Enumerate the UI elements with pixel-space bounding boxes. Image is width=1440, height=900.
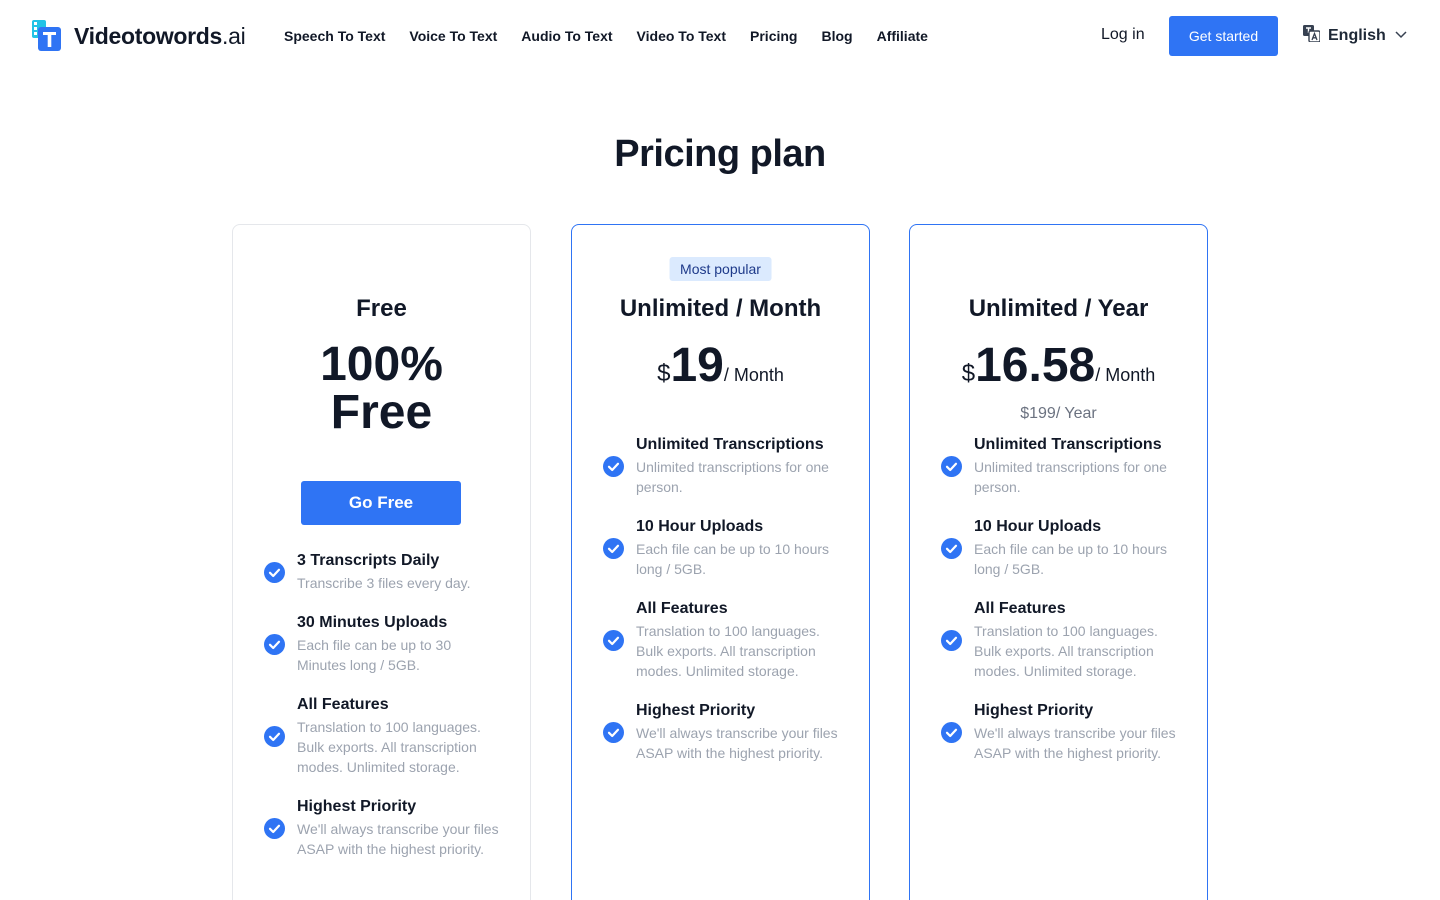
feature-description: Translation to 100 languages. Bulk expor… bbox=[974, 623, 1158, 679]
nav-video-to-text[interactable]: Video To Text bbox=[637, 27, 726, 45]
plan-card-monthly: Most popular Unlimited / Month $ 19 / Mo… bbox=[571, 224, 870, 900]
price-amount: 19 bbox=[670, 339, 724, 392]
feature-item: 10 Hour Uploads Each file can be up to 1… bbox=[603, 517, 843, 579]
plan-price: $ 19 / Month bbox=[572, 340, 869, 392]
logo-brand: Videotowords bbox=[74, 22, 223, 49]
yearly-total: $199/ Year bbox=[1020, 405, 1097, 422]
price-currency: $ bbox=[657, 360, 671, 387]
feature-title: 3 Transcripts Daily bbox=[297, 552, 440, 569]
plan-name: Free bbox=[356, 295, 407, 322]
feature-title: 30 Minutes Uploads bbox=[297, 614, 448, 631]
feature-title: 10 Hour Uploads bbox=[636, 518, 764, 535]
feature-item: Highest Priority We'll always transcribe… bbox=[941, 701, 1181, 763]
page-title: Pricing plan bbox=[614, 133, 826, 175]
feature-description: Unlimited transcriptions for one person. bbox=[974, 459, 1167, 495]
feature-list: Unlimited Transcriptions Unlimited trans… bbox=[941, 435, 1181, 783]
most-popular-badge: Most popular bbox=[669, 257, 772, 281]
check-circle-icon bbox=[941, 538, 962, 559]
price-currency: $ bbox=[961, 360, 976, 387]
logo-link[interactable]: Videotowords.ai bbox=[32, 20, 246, 52]
price-line-1: 100% bbox=[320, 338, 443, 391]
feature-description: Translation to 100 languages. Bulk expor… bbox=[636, 623, 820, 679]
price-amount: 16.58 bbox=[975, 339, 1096, 392]
feature-description: Each file can be up to 30 Minutes long /… bbox=[297, 637, 452, 673]
feature-description: We'll always transcribe your files ASAP … bbox=[974, 725, 1176, 761]
nav-affiliate[interactable]: Affiliate bbox=[877, 27, 928, 45]
check-circle-icon bbox=[603, 538, 624, 559]
plan-price: $ 16.58 / Month bbox=[910, 340, 1207, 392]
feature-item: Highest Priority We'll always transcribe… bbox=[603, 701, 843, 763]
plan-name: Unlimited / Month bbox=[619, 295, 822, 322]
check-circle-icon bbox=[603, 630, 624, 651]
translate-icon bbox=[1303, 25, 1321, 47]
feature-description: Each file can be up to 10 hours long / 5… bbox=[636, 541, 830, 577]
check-circle-icon bbox=[941, 630, 962, 651]
check-circle-icon bbox=[941, 722, 962, 743]
feature-title: 10 Hour Uploads bbox=[974, 518, 1102, 535]
plan-name: Unlimited / Year bbox=[968, 295, 1149, 322]
login-link[interactable]: Log in bbox=[1101, 26, 1145, 44]
feature-item: Unlimited Transcriptions Unlimited trans… bbox=[603, 435, 843, 497]
price-line-2: Free bbox=[330, 386, 433, 439]
feature-description: Unlimited transcriptions for one person. bbox=[636, 459, 829, 495]
price-period: / Month bbox=[723, 365, 784, 385]
logo-icon bbox=[32, 20, 62, 52]
feature-description: We'll always transcribe your files ASAP … bbox=[636, 725, 838, 761]
feature-title: All Features bbox=[297, 696, 389, 713]
feature-title: All Features bbox=[974, 600, 1066, 617]
check-circle-icon bbox=[603, 456, 624, 477]
plan-card-free: Free 100% Free Go Free 3 Transcripts Dai… bbox=[232, 224, 531, 900]
nav-blog[interactable]: Blog bbox=[821, 27, 852, 45]
price-period: / Month bbox=[1095, 365, 1156, 385]
nav-speech-to-text[interactable]: Speech To Text bbox=[284, 27, 385, 45]
nav-audio-to-text[interactable]: Audio To Text bbox=[521, 27, 612, 45]
feature-item: 30 Minutes Uploads Each file can be up t… bbox=[264, 613, 504, 675]
feature-list: Unlimited Transcriptions Unlimited trans… bbox=[603, 435, 843, 783]
feature-description: We'll always transcribe your files ASAP … bbox=[297, 821, 499, 857]
feature-title: Highest Priority bbox=[297, 798, 417, 815]
feature-title: Highest Priority bbox=[974, 702, 1094, 719]
check-circle-icon bbox=[264, 634, 285, 655]
feature-description: Translation to 100 languages. Bulk expor… bbox=[297, 719, 481, 775]
logo-suffix: .ai bbox=[222, 22, 246, 49]
feature-item: Highest Priority We'll always transcribe… bbox=[264, 797, 504, 859]
language-selector[interactable]: English bbox=[1303, 25, 1408, 47]
feature-description: Each file can be up to 10 hours long / 5… bbox=[974, 541, 1168, 577]
feature-item: All Features Translation to 100 language… bbox=[603, 599, 843, 681]
get-started-button[interactable]: Get started bbox=[1169, 16, 1278, 56]
feature-title: All Features bbox=[636, 600, 728, 617]
chevron-down-icon bbox=[1394, 27, 1408, 46]
feature-item: Unlimited Transcriptions Unlimited trans… bbox=[941, 435, 1181, 497]
feature-item: 3 Transcripts Daily Transcribe 3 files e… bbox=[264, 551, 504, 593]
go-free-button[interactable]: Go Free bbox=[301, 481, 461, 525]
feature-item: 10 Hour Uploads Each file can be up to 1… bbox=[941, 517, 1181, 579]
feature-title: Unlimited Transcriptions bbox=[974, 436, 1162, 453]
check-circle-icon bbox=[264, 818, 285, 839]
logo-text: Videotowords.ai bbox=[74, 22, 246, 50]
check-circle-icon bbox=[603, 722, 624, 743]
check-circle-icon bbox=[941, 456, 962, 477]
nav-voice-to-text[interactable]: Voice To Text bbox=[409, 27, 497, 45]
feature-title: Unlimited Transcriptions bbox=[636, 436, 824, 453]
main-nav: Speech To Text Voice To Text Audio To Te… bbox=[284, 27, 928, 45]
check-circle-icon bbox=[264, 726, 285, 747]
feature-list: 3 Transcripts Daily Transcribe 3 files e… bbox=[264, 551, 504, 879]
nav-pricing[interactable]: Pricing bbox=[750, 27, 797, 45]
feature-item: All Features Translation to 100 language… bbox=[264, 695, 504, 777]
plan-price: 100% Free bbox=[233, 341, 530, 437]
feature-description: Transcribe 3 files every day. bbox=[297, 575, 471, 591]
feature-title: Highest Priority bbox=[636, 702, 756, 719]
plan-card-yearly: Unlimited / Year $ 16.58 / Month $199/ Y… bbox=[909, 224, 1208, 900]
feature-item: All Features Translation to 100 language… bbox=[941, 599, 1181, 681]
site-header: Videotowords.ai Speech To Text Voice To … bbox=[0, 0, 1440, 72]
language-label: English bbox=[1328, 27, 1386, 44]
check-circle-icon bbox=[264, 562, 285, 583]
